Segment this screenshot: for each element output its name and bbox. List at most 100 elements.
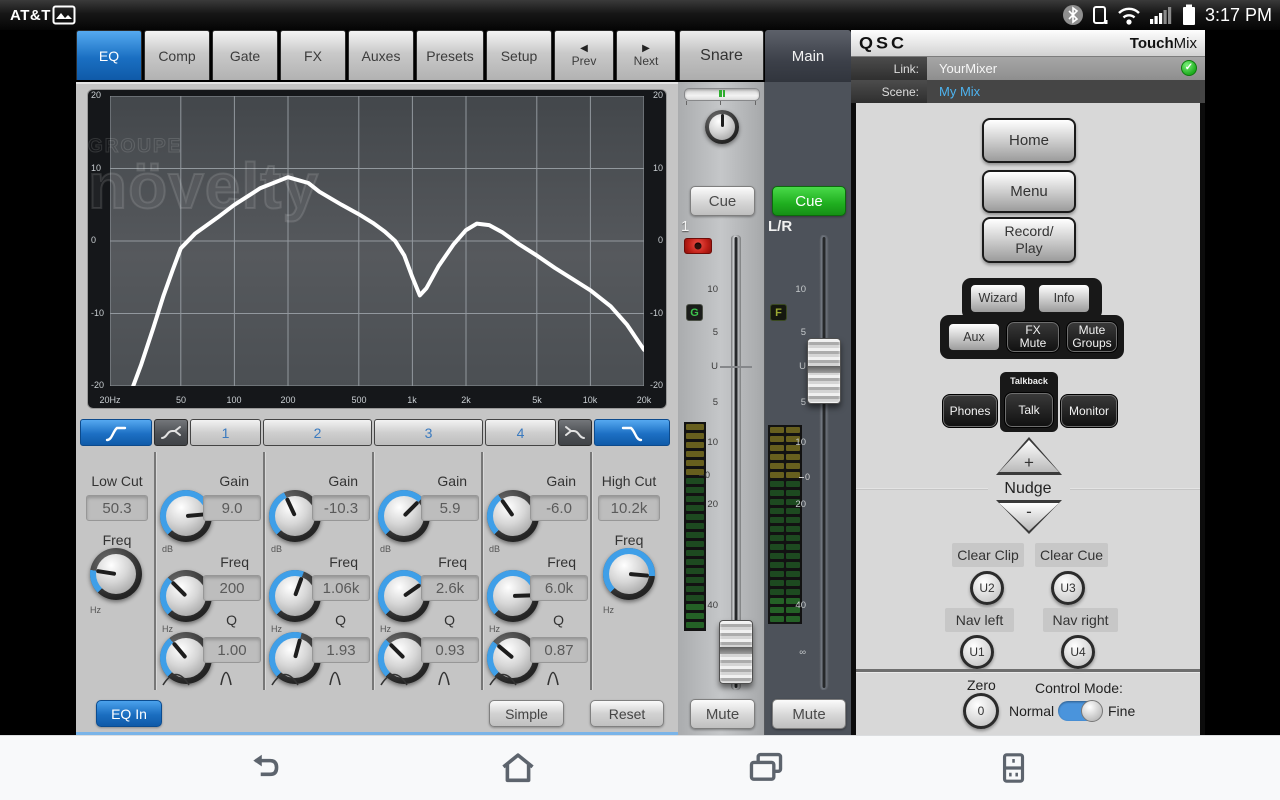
control-mode-toggle[interactable] [1058, 701, 1102, 721]
menu-button[interactable]: Menu [982, 170, 1076, 213]
info-button[interactable]: Info [1038, 284, 1090, 313]
band-2-button[interactable]: 2 [263, 419, 372, 446]
u3-button[interactable]: U3 [1051, 571, 1085, 605]
meter-segment [686, 514, 704, 520]
talk-button[interactable]: Talk [1004, 392, 1054, 428]
tab-gate[interactable]: Gate [212, 30, 278, 80]
meter-segment [686, 559, 704, 565]
low-cut-band-button[interactable] [80, 419, 152, 446]
band-3-gain-value[interactable]: 5.9 [421, 495, 479, 521]
phones-button[interactable]: Phones [942, 394, 998, 428]
channel-mute-button[interactable]: Mute [690, 699, 755, 729]
main-meter [768, 425, 802, 624]
low-shelf-band-button[interactable] [154, 419, 188, 446]
toggle-thumb[interactable] [1081, 700, 1103, 722]
tab-eq[interactable]: EQ [76, 30, 142, 80]
u4-button[interactable]: U4 [1061, 635, 1095, 669]
band-4-gain-value[interactable]: -6.0 [530, 495, 588, 521]
meter-segment [770, 616, 784, 622]
q-wide-icon [271, 672, 299, 686]
tab-auxes[interactable]: Auxes [348, 30, 414, 80]
channel-fader-handle[interactable] [719, 620, 753, 684]
q-label: Q [335, 612, 346, 628]
link-row: Link: YourMixer ✓ [851, 57, 1205, 80]
channel-cue-button[interactable]: Cue [690, 186, 755, 216]
meter-segment [770, 589, 784, 595]
home-button[interactable]: Home [982, 118, 1076, 163]
scene-value[interactable]: My Mix [927, 80, 1205, 103]
nudge-up-button[interactable]: + [996, 437, 1062, 475]
high-cut-band-button[interactable] [594, 419, 670, 446]
eq-in-button[interactable]: EQ In [96, 700, 162, 727]
band-4-q-value[interactable]: 0.87 [530, 637, 588, 663]
tab-setup[interactable]: Setup [486, 30, 552, 80]
home-nav-button[interactable] [499, 750, 537, 786]
status-bar: AT&T [0, 0, 1280, 30]
band-4-button[interactable]: 4 [485, 419, 556, 446]
low-cut-column: Low Cut 50.3 Freq Hz [80, 450, 154, 690]
fx-mute-button[interactable]: FX Mute [1006, 321, 1060, 353]
record-play-button[interactable]: Record/ Play [982, 217, 1076, 263]
band-1-column: Gain 9.0 dB Freq 200 Hz Q 1.00 [154, 450, 263, 690]
band-1-q-value[interactable]: 1.00 [203, 637, 261, 663]
nudge-down-button[interactable]: - [996, 500, 1062, 534]
link-value[interactable]: YourMixer ✓ [927, 57, 1205, 80]
tab-fx[interactable]: FX [280, 30, 346, 80]
q-wide-icon [162, 672, 190, 686]
recents-button[interactable] [747, 750, 785, 786]
band-3-q-value[interactable]: 0.93 [421, 637, 479, 663]
record-arm-button[interactable] [684, 238, 712, 254]
wizard-button[interactable]: Wizard [970, 284, 1026, 313]
main-cue-button[interactable]: Cue [772, 186, 846, 216]
monitor-button[interactable]: Monitor [1060, 394, 1118, 428]
eq-plot-area[interactable] [110, 96, 644, 386]
high-shelf-band-button[interactable] [558, 419, 592, 446]
main-tab[interactable]: Main [765, 30, 851, 82]
prev-button[interactable]: ◀ Prev [554, 30, 614, 80]
band-1-button[interactable]: 1 [190, 419, 261, 446]
next-button[interactable]: ▶ Next [616, 30, 676, 80]
u1-button[interactable]: U1 [960, 635, 994, 669]
band-2-gain-value[interactable]: -10.3 [312, 495, 370, 521]
band-1-gain-value[interactable]: 9.0 [203, 495, 261, 521]
band-3-button[interactable]: 3 [374, 419, 483, 446]
band-2-freq-value[interactable]: 1.06k [312, 575, 370, 601]
scale-label: 10 [704, 284, 718, 295]
low-cut-value[interactable]: 50.3 [86, 495, 148, 521]
y-tick: 10 [91, 163, 101, 173]
reset-button[interactable]: Reset [590, 700, 664, 727]
band-1-freq-value[interactable]: 200 [203, 575, 261, 601]
band-3-column: Gain 5.9 dB Freq 2.6k Hz Q 0.93 [372, 450, 481, 690]
high-cut-freq-knob[interactable] [603, 548, 655, 600]
channel-trim-knob[interactable] [705, 110, 739, 144]
q-narrow-icon [220, 670, 232, 686]
meter-segment [686, 523, 704, 529]
meter-segment [786, 427, 800, 433]
eq-graph[interactable]: 20100-10-20 20100-10-20 20Hz501002005001… [88, 90, 666, 408]
band-4-freq-value[interactable]: 6.0k [530, 575, 588, 601]
main-mute-button[interactable]: Mute [772, 699, 846, 729]
tab-comp[interactable]: Comp [144, 30, 210, 80]
channel-name-tab[interactable]: Snare [679, 30, 764, 80]
aux-button[interactable]: Aux [948, 323, 1000, 351]
scale-label: 10 [704, 437, 718, 448]
main-fader-handle[interactable] [807, 338, 841, 404]
tab-presets[interactable]: Presets [416, 30, 484, 80]
back-button[interactable] [247, 750, 285, 786]
scale-label: 10 [792, 437, 806, 448]
control-mode-label: Control Mode: [1035, 680, 1123, 696]
simple-button[interactable]: Simple [489, 700, 564, 727]
pan-slider[interactable] [684, 88, 760, 101]
low-cut-freq-knob[interactable] [90, 548, 142, 600]
high-cut-value[interactable]: 10.2k [598, 495, 660, 521]
x-tick: 500 [345, 395, 373, 405]
x-tick: 20k [630, 395, 658, 405]
band-2-q-value[interactable]: 1.93 [312, 637, 370, 663]
freq-label: Freq [329, 554, 358, 570]
mute-groups-button[interactable]: Mute Groups [1066, 321, 1118, 353]
main-fader-lane[interactable] [808, 235, 840, 690]
zero-button[interactable]: 0 [963, 693, 999, 729]
dual-window-button[interactable] [994, 750, 1032, 786]
u2-button[interactable]: U2 [970, 571, 1004, 605]
band-3-freq-value[interactable]: 2.6k [421, 575, 479, 601]
